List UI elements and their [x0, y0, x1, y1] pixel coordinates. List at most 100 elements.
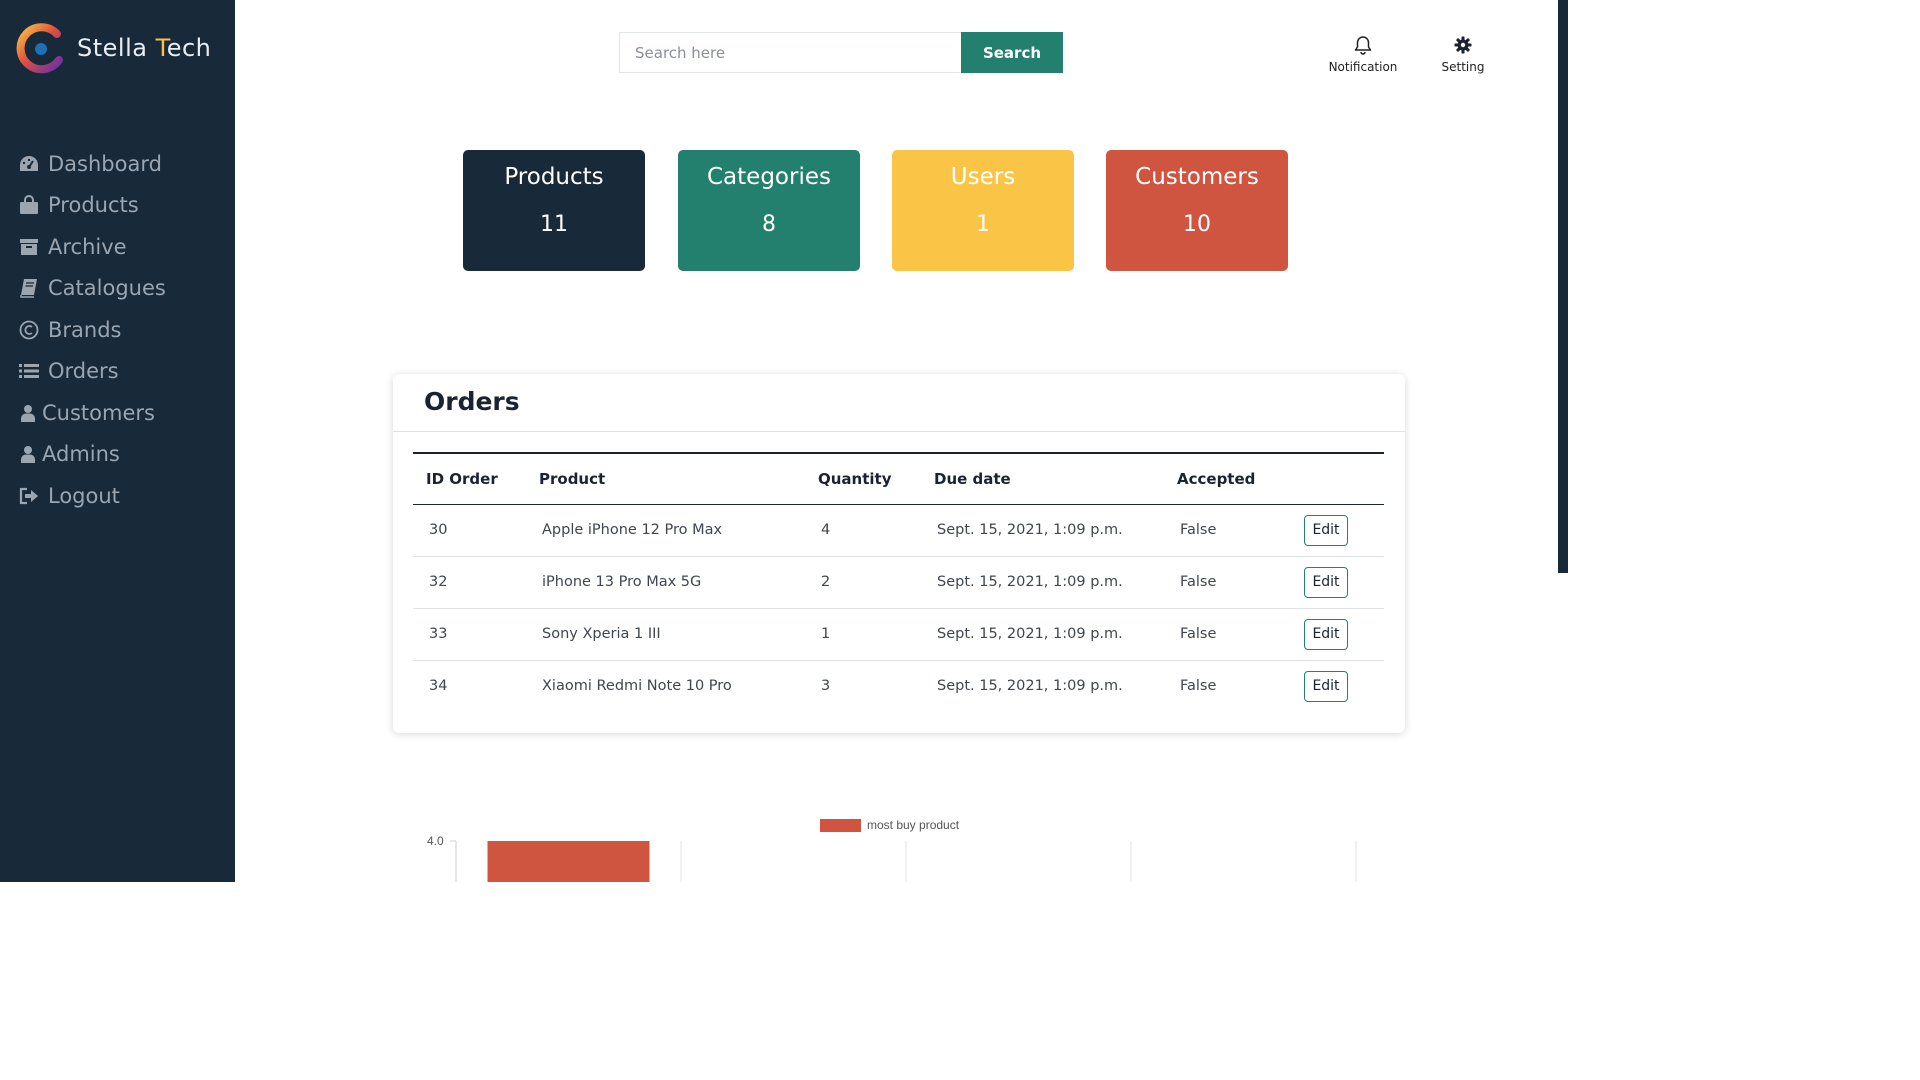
column-header-actions — [1288, 453, 1384, 504]
column-header-id-order: ID Order — [426, 469, 498, 488]
logo-mark-icon — [15, 22, 71, 74]
order-accepted: False — [1164, 504, 1288, 557]
sidebar-item-admins[interactable]: Admins — [18, 434, 166, 476]
search-input[interactable] — [619, 32, 961, 73]
stat-card-products[interactable]: Products 11 — [463, 150, 645, 271]
orders-title: Orders — [424, 387, 520, 416]
sidebar-item-dashboard[interactable]: Dashboard — [18, 143, 166, 185]
stat-title: Products — [504, 164, 604, 190]
sidebar-item-label: Products — [48, 193, 139, 218]
order-accepted: False — [1180, 678, 1217, 695]
sidebar-item-archive[interactable]: Archive — [18, 226, 166, 268]
stat-value: 11 — [540, 212, 568, 237]
edit-button[interactable]: Edit — [1304, 670, 1348, 702]
brand-name-part1: Stella — [77, 34, 156, 62]
table-row: 32 iPhone 13 Pro Max 5G 2 Sept. 15, 2021… — [413, 556, 1384, 609]
order-actions: Edit — [1288, 608, 1384, 661]
column-header-product: Product — [539, 469, 606, 488]
sidebar-item-products[interactable]: Products — [18, 185, 166, 227]
order-id: 32 — [413, 556, 526, 609]
sidebar-item-label: Customers — [42, 400, 155, 425]
archive-icon — [18, 237, 40, 257]
order-quantity: 4 — [805, 504, 921, 557]
order-id: 33 — [413, 608, 526, 661]
table-header-row: ID Order Product Quantity Due date Accep… — [413, 453, 1384, 504]
table-row: 33 Sony Xperia 1 III 1 Sept. 15, 2021, 1… — [413, 608, 1384, 661]
order-product: Apple iPhone 12 Pro Max — [526, 504, 805, 557]
sidebar-nav: Dashboard Products Archive Catalogues Br… — [18, 143, 166, 517]
notification-label: Notification — [1328, 60, 1398, 74]
edit-button[interactable]: Edit — [1304, 618, 1348, 650]
notification-button[interactable]: Notification — [1322, 35, 1404, 74]
sidebar-item-brands[interactable]: Brands — [18, 309, 166, 351]
setting-button[interactable]: Setting — [1432, 35, 1494, 74]
order-due-date: Sept. 15, 2021, 1:09 p.m. — [921, 556, 1164, 609]
order-due-date: Sept. 15, 2021, 1:09 p.m. — [921, 504, 1164, 557]
setting-label: Setting — [1441, 60, 1485, 74]
scrollbar[interactable] — [1558, 0, 1568, 573]
stat-title: Customers — [1135, 164, 1259, 190]
edit-button[interactable]: Edit — [1304, 514, 1348, 546]
divider — [393, 431, 1405, 432]
dashboard-icon — [18, 154, 40, 174]
order-id: 30 — [413, 504, 526, 557]
order-product: Sony Xperia 1 III — [526, 608, 805, 661]
sidebar-item-orders[interactable]: Orders — [18, 351, 166, 393]
sidebar-item-label: Orders — [48, 359, 119, 384]
stat-card-users[interactable]: Users 1 — [892, 150, 1074, 271]
sidebar-item-label: Logout — [48, 483, 120, 508]
order-quantity: 2 — [805, 556, 921, 609]
sign-out-icon — [18, 486, 40, 506]
order-product: iPhone 13 Pro Max 5G — [526, 556, 805, 609]
brand-name: Stella Tech — [77, 34, 211, 62]
search-bar: Search — [619, 32, 1063, 73]
sidebar-item-logout[interactable]: Logout — [18, 475, 166, 517]
most-bought-chart: most buy product 4.0 — [410, 810, 1370, 882]
brand-logo[interactable]: Stella Tech — [15, 22, 211, 74]
list-icon — [18, 361, 40, 381]
chart-plot — [450, 840, 1357, 882]
sidebar-item-label: Dashboard — [48, 151, 162, 176]
user-icon — [20, 444, 36, 464]
bell-icon — [1354, 36, 1372, 59]
sidebar-item-label: Admins — [42, 442, 120, 467]
copyright-icon — [18, 320, 40, 340]
sidebar-item-catalogues[interactable]: Catalogues — [18, 268, 166, 310]
stat-value: 1 — [976, 212, 990, 237]
orders-table: ID Order Product Quantity Due date Accep… — [413, 452, 1384, 712]
order-actions: Edit — [1288, 504, 1384, 557]
sidebar-item-label: Archive — [48, 234, 127, 259]
order-actions: Edit — [1288, 556, 1384, 609]
chart-bar — [487, 841, 650, 882]
brand-name-part2: T — [155, 34, 167, 62]
column-header-accepted: Accepted — [1177, 469, 1256, 488]
order-due-date: Sept. 15, 2021, 1:09 p.m. — [937, 678, 1123, 695]
stat-card-categories[interactable]: Categories 8 — [678, 150, 860, 271]
table-row: 30 Apple iPhone 12 Pro Max 4 Sept. 15, 2… — [413, 504, 1384, 557]
edit-button[interactable]: Edit — [1304, 566, 1348, 598]
sidebar-item-label: Brands — [48, 317, 122, 342]
order-actions: Edit — [1288, 660, 1384, 712]
book-icon — [18, 278, 40, 298]
sidebar-item-customers[interactable]: Customers — [18, 392, 166, 434]
order-quantity: 3 — [821, 678, 831, 695]
search-button[interactable]: Search — [961, 32, 1063, 73]
sidebar-item-label: Catalogues — [48, 276, 166, 301]
user-icon — [20, 403, 36, 423]
stat-title: Users — [950, 164, 1016, 190]
orders-panel: Orders ID Order Product Quantity Due dat… — [393, 374, 1405, 733]
table-row: 34 Xiaomi Redmi Note 10 Pro 3 Sept. 15, … — [413, 660, 1384, 712]
order-quantity: 1 — [805, 608, 921, 661]
stat-title: Categories — [707, 164, 831, 190]
order-id: 34 — [429, 678, 448, 695]
order-product: Xiaomi Redmi Note 10 Pro — [542, 678, 732, 695]
stat-value: 10 — [1183, 212, 1211, 237]
order-accepted: False — [1164, 556, 1288, 609]
stat-card-customers[interactable]: Customers 10 — [1106, 150, 1288, 271]
sidebar: Stella Tech Dashboard Products Archive C… — [0, 0, 235, 882]
order-due-date: Sept. 15, 2021, 1:09 p.m. — [921, 608, 1164, 661]
gear-icon — [1454, 36, 1472, 59]
shopping-bag-icon — [18, 195, 40, 215]
order-accepted: False — [1164, 608, 1288, 661]
column-header-due-date: Due date — [934, 469, 1011, 488]
